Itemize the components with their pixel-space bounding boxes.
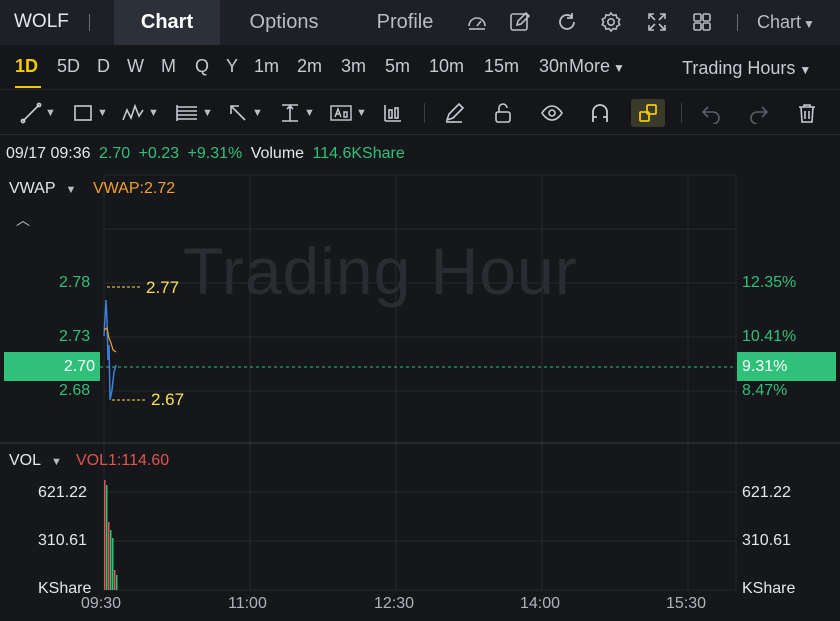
volume-indicator-select[interactable]: VOL ▼: [9, 452, 62, 470]
volume-bar: [108, 522, 110, 590]
price-line: [103, 299, 117, 401]
current-pct-tag: 9.31%: [737, 352, 836, 381]
volume-bar: [114, 570, 116, 590]
pct-axis-label: 8.47%: [742, 382, 788, 399]
time-axis-label: 12:30: [374, 595, 415, 612]
time-axis-label: 15:30: [666, 595, 707, 612]
trading-hour-watermark: Trading Hour: [183, 234, 578, 308]
current-price-tag: 2.70: [4, 352, 100, 381]
price-indicator-name: VWAP: [9, 180, 56, 197]
low-price-label: 2.67: [151, 390, 185, 409]
volume-axis-label: 310.61: [742, 532, 791, 549]
price-axis-label: 2.78: [59, 274, 91, 291]
volume-axis-label: 310.61: [38, 532, 87, 549]
caret-down-icon: ▼: [65, 184, 77, 196]
volume-bar: [110, 530, 112, 590]
high-price-label: 2.77: [146, 278, 180, 297]
vwap-line: [103, 327, 117, 353]
time-axis-label: 14:00: [520, 595, 561, 612]
volume-bar: [106, 485, 108, 590]
volume-bars: [104, 480, 118, 590]
volume-bar: [104, 480, 106, 590]
chart-canvas[interactable]: [0, 0, 840, 621]
price-indicator-select[interactable]: VWAP ▼: [9, 180, 76, 198]
volume-axis-label: KShare: [742, 580, 796, 597]
time-axis-label: 11:00: [228, 595, 267, 612]
time-axis-label: 09:30: [81, 595, 122, 612]
pct-axis-label: 10.41%: [742, 328, 797, 345]
volume-indicator-name: VOL: [9, 452, 42, 469]
volume-bar: [116, 575, 118, 590]
collapse-up-icon[interactable]: ︿: [16, 210, 30, 230]
price-axis-label: 2.73: [59, 328, 91, 345]
price-axis-label: 2.68: [59, 382, 91, 399]
volume-axis-label: 621.22: [742, 484, 791, 501]
vol-value: VOL1:114.60: [76, 452, 170, 469]
pct-axis-label: 12.35%: [742, 274, 797, 291]
caret-down-icon: ▼: [51, 456, 62, 468]
volume-bar: [112, 538, 114, 590]
vwap-value: VWAP:2.72: [93, 180, 176, 197]
volume-axis-label: 621.22: [38, 484, 87, 501]
